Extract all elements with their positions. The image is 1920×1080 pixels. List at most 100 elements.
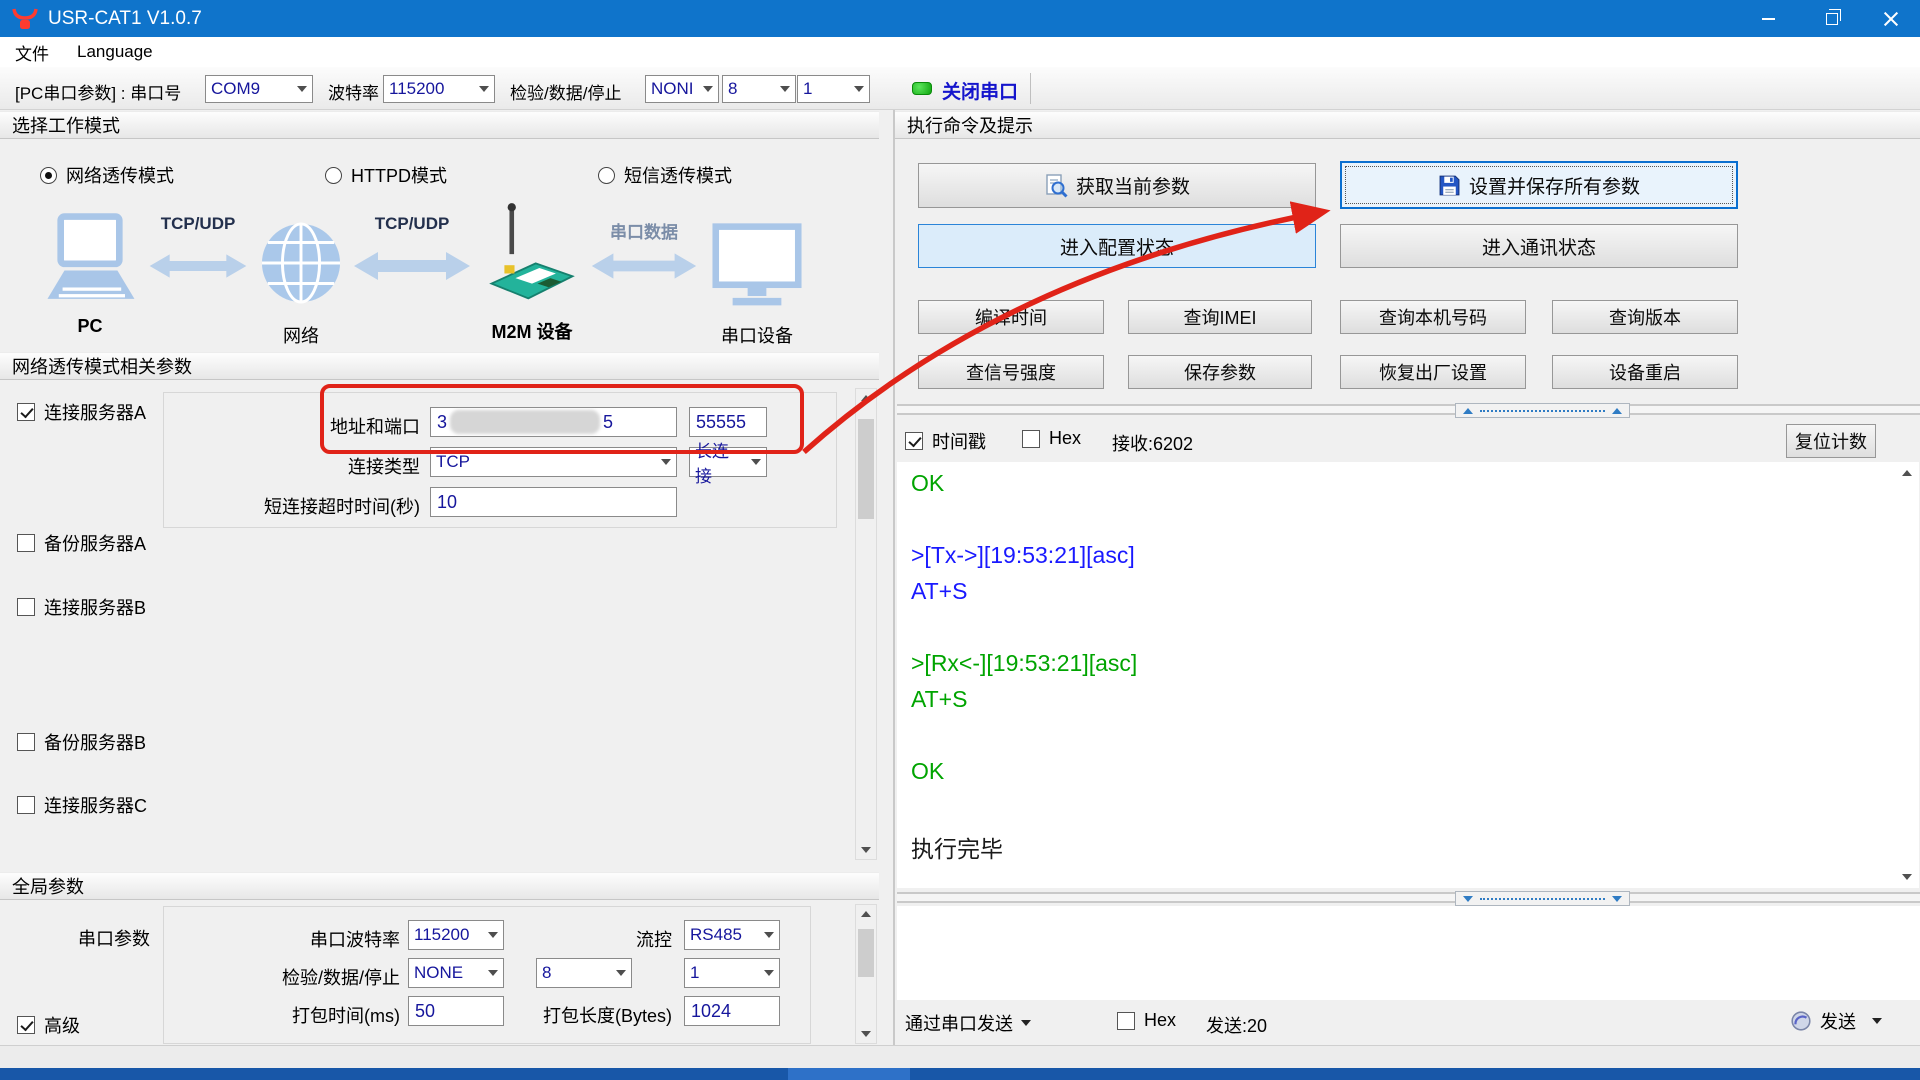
command-panel-header: 执行命令及提示 — [895, 111, 1920, 139]
taskbar-strip — [0, 1068, 1920, 1080]
global-databits-select[interactable]: 8 — [536, 958, 632, 988]
server-port-input[interactable]: 55555 — [689, 407, 767, 437]
compile-time-button[interactable]: 编译时间 — [918, 300, 1104, 334]
log-scrollbar[interactable] — [1897, 462, 1919, 888]
checkbox-connect-server-a[interactable]: 连接服务器A — [17, 399, 146, 425]
scroll-down-button[interactable] — [856, 1025, 876, 1043]
chevron-down-icon — [751, 459, 761, 465]
splitter-dots — [1480, 410, 1605, 412]
scrollbar-thumb[interactable] — [858, 929, 874, 977]
global-params-scrollbar[interactable] — [855, 904, 877, 1044]
save-floppy-icon — [1438, 174, 1461, 197]
query-signal-button[interactable]: 查信号强度 — [918, 355, 1104, 389]
checkbox-advanced[interactable]: 高级 — [17, 1012, 80, 1038]
search-doc-icon — [1044, 174, 1068, 198]
checkbox-connect-server-c[interactable]: 连接服务器C — [17, 792, 147, 818]
conn-type-select[interactable]: TCP — [430, 447, 677, 477]
set-save-all-params-button[interactable]: 设置并保存所有参数 — [1340, 161, 1738, 209]
chevron-down-icon — [764, 970, 774, 976]
com-port-select[interactable]: COM9 — [205, 75, 313, 103]
scroll-down-button[interactable] — [856, 841, 876, 859]
arrow-device-serial-icon — [590, 246, 698, 286]
send-text-input[interactable] — [897, 906, 1920, 1000]
log-line: >[Rx<-][19:53:21][asc] — [911, 650, 1137, 677]
save-params-button[interactable]: 保存参数 — [1128, 355, 1312, 389]
splitter-bottom[interactable] — [897, 892, 1920, 903]
scroll-up-button[interactable] — [856, 389, 876, 407]
global-parity-select[interactable]: NONE — [408, 958, 504, 988]
checkbox-backup-server-b[interactable]: 备份服务器B — [17, 729, 146, 755]
checkbox-recv-hex[interactable]: Hex — [1022, 428, 1081, 449]
databits-select[interactable]: 8 — [722, 75, 796, 103]
splitter-dots — [1480, 898, 1605, 900]
splitter-top[interactable] — [897, 404, 1920, 415]
checkbox-timestamp[interactable]: 时间戳 — [905, 428, 986, 454]
query-version-button[interactable]: 查询版本 — [1552, 300, 1738, 334]
factory-reset-button[interactable]: 恢复出厂设置 — [1340, 355, 1526, 389]
query-local-number-button[interactable]: 查询本机号码 — [1340, 300, 1526, 334]
checkbox-send-hex[interactable]: Hex — [1117, 1010, 1176, 1031]
short-conn-timeout-input[interactable]: 10 — [430, 487, 677, 517]
status-bar — [0, 1045, 1920, 1068]
link1-label: TCP/UDP — [146, 214, 250, 234]
serial-toolbar: [PC串口参数] : 串口号 COM9 波特率 115200 检验/数据/停止 … — [0, 67, 1920, 110]
send-via-serial-dropdown[interactable]: 通过串口发送 — [905, 1010, 1031, 1036]
minimize-button[interactable] — [1739, 0, 1797, 37]
enter-config-state-button[interactable]: 进入配置状态 — [918, 224, 1316, 268]
conn-mode-select[interactable]: 长连接 — [689, 447, 767, 477]
query-imei-button[interactable]: 查询IMEI — [1128, 300, 1312, 334]
scroll-down-button[interactable] — [1897, 868, 1917, 886]
menu-language[interactable]: Language — [77, 42, 153, 62]
m2m-device-icon — [486, 200, 578, 312]
pc-label: PC — [38, 316, 142, 337]
chevron-down-icon — [488, 970, 498, 976]
pack-time-input[interactable]: 50 — [408, 996, 504, 1026]
global-params-header: 全局参数 — [0, 872, 879, 900]
splitter-handle[interactable] — [1455, 403, 1630, 418]
scroll-up-button[interactable] — [1897, 464, 1917, 482]
checkbox-backup-server-a[interactable]: 备份服务器A — [17, 530, 146, 556]
flow-control-select[interactable]: RS485 — [684, 920, 780, 950]
send-icon — [1790, 1010, 1812, 1032]
parity-label: 检验/数据/停止 — [510, 79, 621, 104]
collapse-up-icon — [1463, 408, 1473, 414]
checkbox-icon — [17, 534, 35, 552]
radio-httpd-mode[interactable]: HTTPD模式 — [325, 162, 447, 188]
log-line: OK — [911, 758, 944, 785]
pack-length-input[interactable]: 1024 — [684, 996, 780, 1026]
send-button[interactable]: 发送 — [1790, 1008, 1882, 1034]
addr-port-label: 地址和端口 — [200, 413, 420, 439]
flow-control-label: 流控 — [590, 926, 672, 952]
net-params-scrollbar[interactable] — [855, 388, 877, 860]
checkbox-icon — [1117, 1012, 1135, 1030]
checkbox-icon — [17, 733, 35, 751]
scrollbar-thumb[interactable] — [858, 419, 874, 519]
reset-count-button[interactable]: 复位计数 — [1786, 424, 1876, 458]
radio-sms-mode[interactable]: 短信透传模式 — [598, 162, 732, 188]
maximize-button[interactable] — [1803, 0, 1861, 37]
device-restart-button[interactable]: 设备重启 — [1552, 355, 1738, 389]
get-current-params-button[interactable]: 获取当前参数 — [918, 163, 1316, 208]
scroll-up-button[interactable] — [856, 905, 876, 923]
menu-file[interactable]: 文件 — [15, 40, 49, 65]
enter-comm-state-button[interactable]: 进入通讯状态 — [1340, 224, 1738, 268]
redaction-blur — [450, 410, 600, 434]
global-stopbits-select[interactable]: 1 — [684, 958, 780, 988]
close-button[interactable] — [1862, 0, 1920, 37]
radio-net-transparent-mode[interactable]: 网络透传模式 — [40, 162, 174, 188]
parity-select[interactable]: NONI — [645, 75, 719, 103]
global-baud-label: 串口波特率 — [240, 926, 400, 952]
receive-log-area[interactable]: OK >[Tx->][19:53:21][asc] AT+S >[Rx<-][1… — [897, 462, 1898, 888]
checkbox-icon — [17, 796, 35, 814]
work-mode-header: 选择工作模式 — [0, 111, 879, 139]
port-open-led-icon — [912, 82, 932, 95]
close-port-button[interactable]: 关闭串口 — [942, 77, 1018, 104]
stopbits-select[interactable]: 1 — [797, 75, 870, 103]
splitter-handle[interactable] — [1455, 891, 1630, 906]
server-address-input[interactable]: 3 5 — [430, 407, 677, 437]
baud-select[interactable]: 115200 — [383, 75, 495, 103]
arrow-down-icon — [861, 847, 871, 853]
checkbox-connect-server-b[interactable]: 连接服务器B — [17, 594, 146, 620]
title-bar: USR-CAT1 V1.0.7 — [0, 0, 1920, 37]
global-baud-select[interactable]: 115200 — [408, 920, 504, 950]
